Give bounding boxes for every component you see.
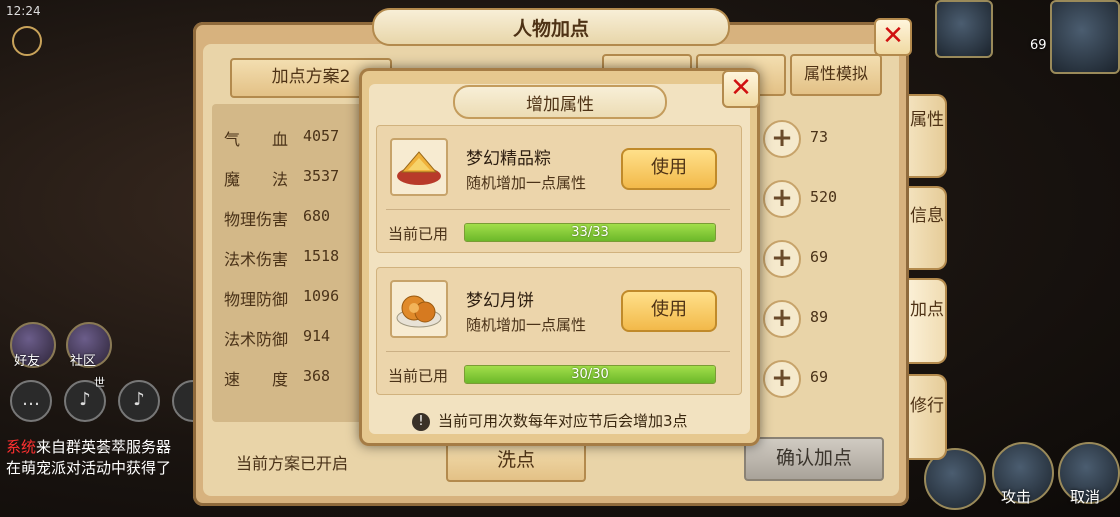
stat-value: 368 xyxy=(303,367,331,385)
panel-close-button[interactable]: ✕ xyxy=(874,18,912,56)
stat-value: 914 xyxy=(303,327,331,345)
item-divider-2 xyxy=(386,351,730,352)
pet-portrait[interactable] xyxy=(935,0,993,58)
friends-label: 好友 xyxy=(14,354,41,369)
mooncake-item-name: 梦幻月饼 xyxy=(466,291,534,311)
chat-line-2: 在萌宠派对活动中获得了 xyxy=(6,459,172,477)
back-icon[interactable] xyxy=(12,26,42,56)
mooncake-used-label: 当前已用 xyxy=(388,367,449,385)
stat-value: 1096 xyxy=(303,287,340,305)
plan-status-text: 当前方案已开启 xyxy=(236,454,349,473)
point-value: 69 xyxy=(810,248,829,266)
stat-value: 1518 xyxy=(303,247,340,265)
dialog-notice-text: 当前可用次数每年对应节后会增加3点 xyxy=(438,412,688,430)
plus-icon[interactable]: + xyxy=(763,240,801,278)
point-value: 73 xyxy=(810,128,829,146)
zongzi-item-desc: 随机增加一点属性 xyxy=(466,174,587,192)
community-label: 社区 xyxy=(70,354,97,369)
attribute-simulate-button[interactable]: 属性模拟 xyxy=(790,54,882,96)
plus-icon[interactable]: + xyxy=(763,300,801,338)
dialog-title-banner: 增加属性 xyxy=(453,85,667,119)
world-channel-label: 世 xyxy=(94,376,105,389)
zongzi-used-label: 当前已用 xyxy=(388,225,449,243)
zongzi-use-button[interactable]: 使用 xyxy=(621,148,717,190)
tab-info-label: 信息 xyxy=(910,206,944,226)
confirm-points-button[interactable]: 确认加点 xyxy=(744,437,884,481)
zongzi-item-icon xyxy=(390,138,448,196)
tab-attributes[interactable]: 属性 xyxy=(909,94,947,178)
point-value: 520 xyxy=(810,188,838,206)
plus-icon[interactable]: + xyxy=(763,120,801,158)
zongzi-item-name: 梦幻精品粽 xyxy=(466,149,551,169)
tab-cultivation[interactable]: 修行 xyxy=(909,374,947,460)
attack-label: 攻击 xyxy=(1001,488,1032,506)
dialog-notice: ! 当前可用次数每年对应节后会增加3点 xyxy=(412,410,688,431)
plus-icon[interactable]: + xyxy=(763,360,801,398)
chat-bubble-icon[interactable]: … xyxy=(10,380,52,422)
item-divider-1 xyxy=(386,209,730,210)
stat-value: 4057 xyxy=(303,127,340,145)
point-value: 69 xyxy=(810,368,829,386)
dialog-close-button[interactable]: ✕ xyxy=(722,70,760,108)
character-portrait[interactable] xyxy=(1050,0,1120,74)
zongzi-progress-bar: 33/33 xyxy=(464,223,716,242)
tab-info[interactable]: 信息 xyxy=(909,186,947,270)
chat-line-1-text: 来自群英荟萃服务器 xyxy=(36,438,172,456)
status-time: 12:24 xyxy=(6,4,41,18)
mooncake-use-button[interactable]: 使用 xyxy=(621,290,717,332)
chat-system-tag: 系统 xyxy=(6,438,37,456)
tab-add-points[interactable]: 加点 xyxy=(909,278,947,364)
stat-value: 3537 xyxy=(303,167,340,185)
mooncake-item-desc: 随机增加一点属性 xyxy=(466,316,587,334)
tab-add-points-label: 加点 xyxy=(910,300,944,320)
voice-team-icon[interactable]: ♪ xyxy=(118,380,160,422)
plus-icon[interactable]: + xyxy=(763,180,801,218)
tab-attributes-label: 属性 xyxy=(910,110,944,130)
panel-title-banner: 人物加点 xyxy=(372,8,730,46)
mooncake-item-icon xyxy=(390,280,448,338)
stat-value: 680 xyxy=(303,207,331,225)
exclamation-icon: ! xyxy=(412,412,430,431)
panel-title: 人物加点 xyxy=(512,18,589,40)
cancel-label: 取消 xyxy=(1070,488,1101,506)
tab-cultivation-label: 修行 xyxy=(910,396,944,416)
zongzi-progress-text: 33/33 xyxy=(571,225,609,240)
wash-points-button[interactable]: 洗点 xyxy=(446,440,586,482)
chat-line-1: 系统来自群英荟萃服务器 xyxy=(6,436,171,457)
mooncake-progress-bar: 30/30 xyxy=(464,365,716,384)
point-value: 89 xyxy=(810,308,829,326)
mooncake-progress-text: 30/30 xyxy=(571,367,609,382)
portrait-level: 69 xyxy=(1030,38,1047,53)
dialog-title: 增加属性 xyxy=(526,95,594,115)
